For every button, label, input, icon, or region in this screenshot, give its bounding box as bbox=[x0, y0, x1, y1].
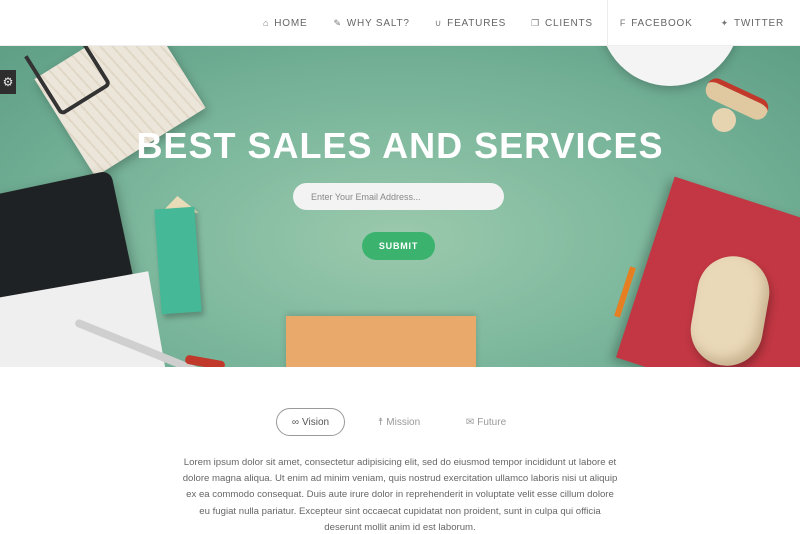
nav-item-label: HOME bbox=[274, 17, 308, 29]
hero-eraser-decoration bbox=[154, 206, 202, 315]
nav-item-facebook[interactable]: f FACEBOOK bbox=[608, 0, 707, 46]
nav-item-why-salt[interactable]: ✎ WHY SALT? bbox=[321, 0, 422, 46]
hero-title: BEST SALES AND SERVICES bbox=[136, 125, 664, 166]
nav-links: ⌂ HOME ✎ WHY SALT? ∪ FEATURES ❐ CLIENTS … bbox=[263, 0, 800, 46]
wand-icon: ✎ bbox=[333, 17, 342, 28]
nav-item-clients[interactable]: ❐ CLIENTS bbox=[519, 0, 607, 46]
nav-item-twitter[interactable]: ✦ TWITTER bbox=[707, 0, 800, 46]
facebook-icon: f bbox=[619, 18, 627, 28]
tab-vision[interactable]: ∞ Vision bbox=[276, 408, 345, 436]
nav-item-label: WHY SALT? bbox=[346, 17, 410, 29]
hero-envelope-decoration bbox=[286, 316, 476, 367]
submit-button[interactable]: SUBMIT bbox=[362, 232, 435, 260]
tab-label: Mission bbox=[386, 416, 421, 428]
nav-item-label: FEATURES bbox=[447, 17, 507, 29]
settings-gear-icon[interactable]: ⚙ bbox=[0, 70, 16, 94]
top-navbar: ⌂ HOME ✎ WHY SALT? ∪ FEATURES ❐ CLIENTS … bbox=[0, 0, 800, 46]
copy-icon: ❐ bbox=[531, 17, 541, 28]
hero-section: BEST SALES AND SERVICES SUBMIT bbox=[0, 46, 800, 367]
nav-item-label: TWITTER bbox=[733, 17, 784, 29]
tab-label: Vision bbox=[302, 416, 330, 428]
envelope-icon: ✉ bbox=[465, 416, 475, 428]
home-icon: ⌂ bbox=[263, 18, 270, 28]
nav-item-features[interactable]: ∪ FEATURES bbox=[423, 0, 519, 46]
infinity-icon: ∞ bbox=[291, 416, 300, 428]
twitter-icon: ✦ bbox=[720, 17, 729, 28]
magnet-icon: ∪ bbox=[434, 17, 443, 28]
tabs-bar: ∞ Vision ☨ Mission ✉ Future bbox=[0, 408, 800, 436]
tab-future[interactable]: ✉ Future bbox=[462, 408, 510, 436]
tab-content-paragraph: Lorem ipsum dolor sit amet, consectetur … bbox=[182, 457, 618, 533]
nav-item-label: CLIENTS bbox=[545, 17, 593, 29]
email-input[interactable] bbox=[293, 183, 504, 210]
nav-item-home[interactable]: ⌂ HOME bbox=[263, 0, 321, 46]
nav-item-label: FACEBOOK bbox=[631, 17, 693, 29]
tab-mission[interactable]: ☨ Mission bbox=[372, 408, 426, 436]
person-icon: ☨ bbox=[377, 416, 384, 428]
tab-label: Future bbox=[477, 416, 507, 428]
